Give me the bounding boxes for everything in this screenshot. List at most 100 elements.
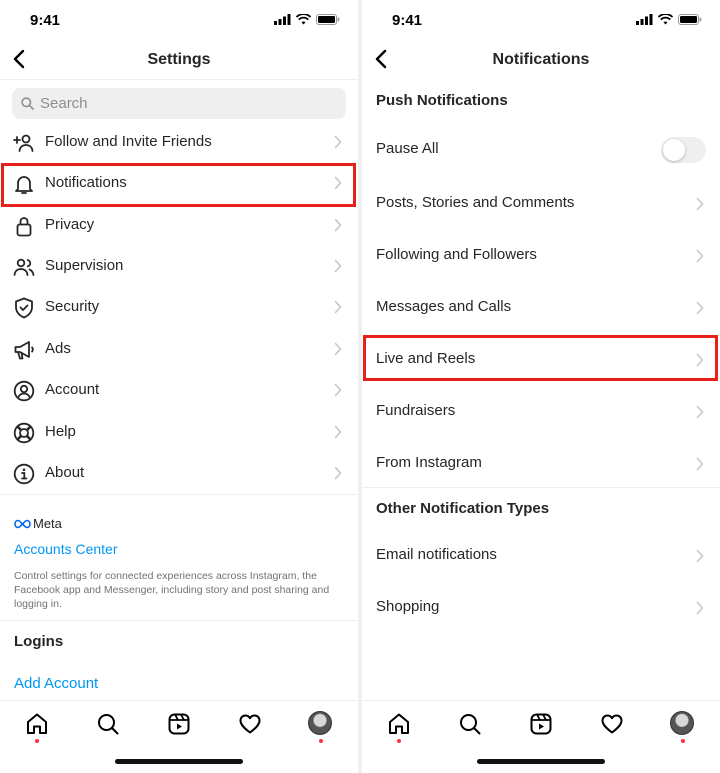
reels-icon	[530, 713, 552, 735]
people-icon	[13, 258, 35, 276]
settings-item-account[interactable]: Account	[0, 370, 358, 411]
status-icons	[636, 14, 702, 25]
tab-profile[interactable]	[670, 711, 696, 743]
page-title: Settings	[147, 51, 211, 68]
notifications-header: Notifications	[362, 40, 720, 80]
status-icons	[274, 14, 340, 25]
status-bar: 9:41	[362, 10, 720, 32]
avatar	[670, 711, 694, 735]
tab-profile[interactable]	[308, 711, 334, 743]
section-divider	[0, 620, 358, 621]
settings-screen: 9:41 Settings Search Follow and Invite F…	[0, 0, 358, 773]
chevron-right-icon	[334, 300, 342, 314]
person-circle-icon	[13, 380, 35, 402]
page-title: Notifications	[492, 51, 590, 68]
search-icon	[460, 714, 481, 735]
pause-all-toggle[interactable]	[661, 137, 706, 163]
heart-icon	[239, 714, 261, 734]
shield-icon	[15, 297, 33, 319]
tab-activity[interactable]	[237, 711, 263, 737]
tab-reels[interactable]	[528, 711, 554, 737]
signal-icon	[274, 14, 291, 25]
meta-infinity-icon	[14, 519, 31, 528]
chevron-right-icon	[334, 466, 342, 480]
signal-icon	[636, 14, 653, 25]
tab-home[interactable]	[386, 711, 412, 743]
settings-item-privacy[interactable]: Privacy	[0, 205, 358, 246]
tab-activity[interactable]	[599, 711, 625, 737]
section-divider	[362, 487, 720, 488]
meta-brand: Meta	[14, 516, 62, 531]
chevron-right-icon	[696, 457, 704, 471]
lock-icon	[16, 217, 32, 237]
settings-item-supervision[interactable]: Supervision	[0, 246, 358, 287]
notif-item-posts-stories-comments[interactable]: Posts, Stories and Comments	[362, 178, 720, 228]
battery-icon	[316, 14, 340, 25]
chevron-right-icon	[696, 601, 704, 615]
add-account-link[interactable]: Add Account	[14, 675, 98, 692]
push-notifications-heading: Push Notifications	[376, 92, 508, 109]
logins-heading: Logins	[14, 633, 64, 650]
info-icon	[13, 463, 35, 485]
settings-item-label: Ads	[45, 340, 71, 357]
home-indicator	[477, 759, 605, 764]
accounts-center-description: Control settings for connected experienc…	[14, 570, 330, 610]
accounts-center-link[interactable]: Accounts Center	[14, 541, 118, 557]
notif-item-label: Messages and Calls	[376, 298, 512, 315]
search-placeholder: Search	[40, 95, 88, 112]
tab-home[interactable]	[24, 711, 50, 743]
chevron-right-icon	[696, 549, 704, 563]
reels-icon	[168, 713, 190, 735]
tab-reels[interactable]	[166, 711, 192, 737]
settings-item-label: About	[45, 464, 85, 481]
status-time: 9:41	[30, 12, 61, 29]
chevron-right-icon	[334, 425, 342, 439]
notif-item-label: From Instagram	[376, 454, 482, 471]
live-reels-highlight-box	[363, 335, 718, 381]
tab-search[interactable]	[95, 711, 121, 737]
settings-item-help[interactable]: Help	[0, 412, 358, 453]
notification-dot	[397, 739, 401, 743]
avatar	[308, 711, 332, 735]
chevron-right-icon	[334, 218, 342, 232]
home-icon	[389, 713, 409, 734]
meta-brand-label: Meta	[33, 516, 62, 531]
settings-item-ads[interactable]: Ads	[0, 329, 358, 370]
notif-item-fundraisers[interactable]: Fundraisers	[362, 386, 720, 436]
notif-item-from-instagram[interactable]: From Instagram	[362, 438, 720, 488]
notifications-highlight-box	[1, 163, 356, 207]
chevron-right-icon	[334, 135, 342, 149]
notif-item-shopping[interactable]: Shopping	[362, 582, 720, 632]
battery-icon	[678, 14, 702, 25]
home-icon	[27, 713, 47, 734]
notif-item-label: Following and Followers	[376, 246, 537, 263]
settings-header: Settings	[0, 40, 358, 80]
notif-item-label: Email notifications	[376, 546, 497, 563]
notif-item-email[interactable]: Email notifications	[362, 530, 720, 580]
settings-item-follow-invite[interactable]: Follow and Invite Friends	[0, 122, 358, 163]
chevron-right-icon	[696, 249, 704, 263]
notif-item-label: Fundraisers	[376, 402, 456, 419]
settings-item-about[interactable]: About	[0, 453, 358, 494]
notif-item-messages-calls[interactable]: Messages and Calls	[362, 282, 720, 332]
notification-dot	[35, 739, 39, 743]
lifebuoy-icon	[13, 422, 35, 444]
section-divider	[0, 494, 358, 495]
tab-search[interactable]	[457, 711, 483, 737]
toggle-knob	[663, 139, 685, 161]
notification-dot	[681, 739, 685, 743]
search-input[interactable]: Search	[12, 88, 346, 119]
settings-item-security[interactable]: Security	[0, 287, 358, 328]
other-notification-types-heading: Other Notification Types	[376, 500, 550, 517]
status-bar: 9:41	[0, 10, 358, 32]
settings-item-label: Account	[45, 381, 100, 398]
chevron-right-icon	[696, 301, 704, 315]
settings-item-label: Follow and Invite Friends	[45, 133, 212, 150]
heart-icon	[601, 714, 623, 734]
notif-item-label: Posts, Stories and Comments	[376, 194, 575, 211]
notification-dot	[319, 739, 323, 743]
wifi-icon	[296, 14, 311, 25]
status-time: 9:41	[392, 12, 423, 29]
notif-item-following-followers[interactable]: Following and Followers	[362, 230, 720, 280]
chevron-right-icon	[334, 259, 342, 273]
